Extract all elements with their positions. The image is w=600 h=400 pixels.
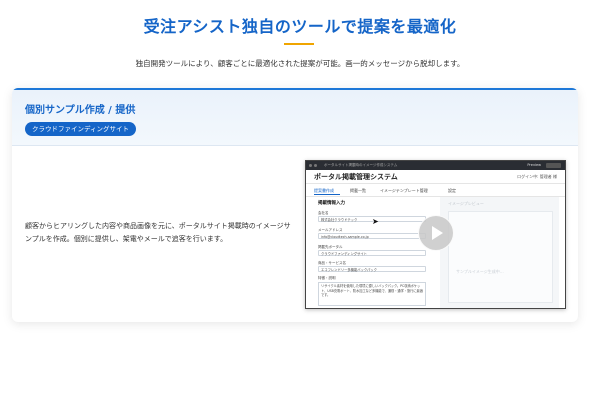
mock-tab-templates: イメージテンプレート管理	[380, 188, 428, 193]
category-tag: クラウドファインディングサイト	[25, 122, 137, 136]
mock-field: エコフレンドリー多機能バックパック	[318, 266, 426, 272]
window-dot-icon	[309, 164, 312, 167]
title-underline	[284, 43, 314, 45]
mock-tab-settings: 設定	[448, 188, 456, 193]
mock-window-title: ポータルサイト掲載時のイメージ作成システム	[324, 163, 398, 167]
window-dot-icon	[314, 164, 317, 167]
mock-tab-list: 掲載一覧	[350, 188, 366, 193]
card-header: 個別サンプル作成 / 提供 クラウドファインディングサイト	[12, 90, 578, 146]
mock-field: クラウドファンディングサイト	[318, 250, 426, 256]
mock-window-chrome: ポータルサイト掲載時のイメージ作成システム Preview	[306, 161, 565, 170]
card-title: 個別サンプル作成 / 提供	[25, 105, 136, 116]
mock-app-bar: ポータル掲載管理システム ログイン中: 管理者 様	[306, 170, 565, 184]
mock-field: info@cloudtech-sample.co.jp	[318, 233, 426, 239]
cursor-icon: ➤	[372, 217, 379, 226]
mock-tab-bar: 提案書作成 掲載一覧 イメージテンプレート管理 設定	[306, 184, 565, 197]
mock-login-status: ログイン中: 管理者 様	[517, 174, 557, 179]
mock-app-title: ポータル掲載管理システム	[314, 173, 398, 181]
mock-preview-heading: イメージプレビュー	[448, 201, 484, 206]
play-icon[interactable]	[418, 215, 454, 251]
mock-field-label: 特徴・説明	[318, 276, 336, 280]
mock-window-button	[546, 162, 561, 168]
mock-preview-label: Preview	[527, 162, 541, 167]
mock-textarea: リサイクル素材を使用した環境に優しいバックパック。PC収納ポケット、USB充電ポ…	[318, 282, 426, 306]
demo-video-thumbnail[interactable]: ポータルサイト掲載時のイメージ作成システム Preview ポータル掲載管理シス…	[305, 160, 566, 309]
mock-form-panel: 掲載情報入力 会社名 株式会社クラウドテック メールアドレス info@clou…	[314, 197, 436, 308]
mock-preview-panel: イメージプレビュー サンプルイメージ生成中…	[440, 197, 559, 308]
mock-section-title: 掲載情報入力	[318, 201, 345, 206]
hero-subtitle: 独自開発ツールにより、顧客ごとに最適化された提案が可能。画一的メッセージから脱却…	[135, 59, 465, 68]
mock-tab-indicator	[314, 194, 340, 195]
mock-preview-card	[448, 211, 553, 303]
card-description: 顧客からヒアリングした内容や商品画像を元に、ポータルサイト掲載時のイメージサンプ…	[25, 222, 291, 243]
mock-preview-text: サンプルイメージ生成中…	[456, 269, 504, 274]
feature-card: 個別サンプル作成 / 提供 クラウドファインディングサイト 顧客からヒアリングし…	[12, 88, 578, 322]
hero-title: 受注アシスト独自のツールで提案を最適化	[143, 17, 457, 36]
